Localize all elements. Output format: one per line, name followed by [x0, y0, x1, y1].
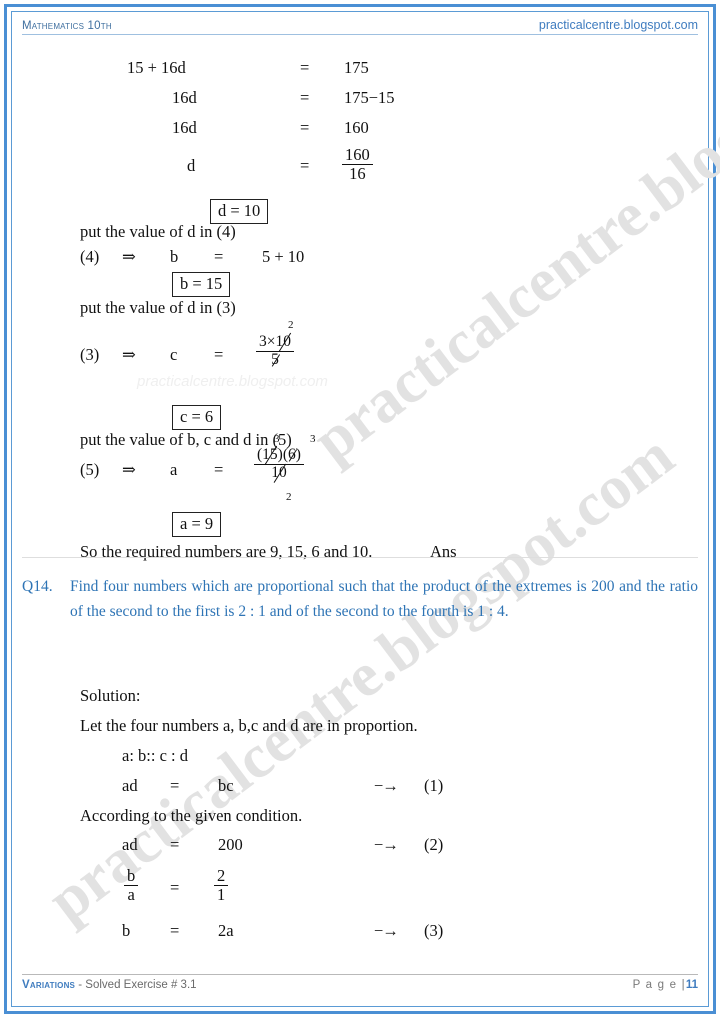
s14-eq4-equals: =: [170, 921, 180, 940]
linea-superscript-1: 3: [274, 433, 280, 445]
page-content: Mathematics 10th practicalcentre.blogspo…: [12, 12, 708, 1006]
s14-eq4-ref: (3): [424, 921, 444, 940]
linec-num-prefix: 3×: [259, 333, 276, 350]
question-14-block: Q14. Find four numbers which are proport…: [22, 574, 698, 624]
lineb-equals: =: [214, 247, 224, 266]
eq2-lhs: 16d: [172, 88, 197, 107]
eq1-equals: =: [300, 58, 310, 77]
linea-superscript-2: 3: [310, 433, 316, 445]
s14-eq3-equals: =: [170, 878, 180, 897]
footer-page-label: P a g e |: [632, 979, 686, 991]
eq3-lhs: 16d: [172, 118, 197, 137]
eq1-rhs: 175: [344, 58, 369, 77]
s14-eq1-ref: (1): [424, 776, 444, 795]
linea-fraction: (15)(6) 10: [254, 446, 304, 482]
linea-ref: (5): [80, 460, 100, 479]
linec-num-superscript: 2: [288, 319, 294, 331]
s14-eq3-right-numerator: 2: [217, 866, 226, 885]
eq3-equals: =: [300, 118, 310, 137]
s14-eq3-left-denominator: a: [124, 884, 139, 904]
linec-var: c: [170, 345, 178, 364]
note-put-d-in-3: put the value of d in (3): [80, 298, 236, 317]
s14-eq4-rhs: 2a: [218, 921, 234, 940]
footer-chapter-title: Variations: [22, 979, 76, 991]
question-14-number: Q14.: [22, 578, 53, 595]
s14-eq4-arrow-icon: −→: [374, 921, 399, 940]
s14-eq1-lhs: ad: [122, 776, 138, 795]
linea-numerator: (15)(6): [254, 446, 304, 464]
eq2-equals: =: [300, 88, 310, 107]
linec-implies-icon: ⇒: [122, 345, 136, 364]
page-footer: Variations - Solved Exercise # 3.1 P a g…: [22, 974, 698, 991]
lineb-ref: (4): [80, 247, 100, 266]
s14-eq4-lhs: b: [122, 921, 131, 940]
solution-label: Solution:: [80, 686, 141, 705]
s14-eq1-arrow-icon: −→: [374, 776, 399, 795]
linea-num-close: ): [295, 446, 301, 463]
result-box-a: a = 9: [172, 512, 222, 537]
s14-eq1-equals: =: [170, 776, 180, 795]
s14-eq3-left-numerator: b: [127, 866, 136, 885]
footer-page-number: 11: [685, 979, 698, 991]
linec-den-cancelled: 5: [271, 350, 279, 368]
linec-numerator: 3×10: [256, 333, 294, 351]
eq4-denominator: 16: [342, 163, 373, 183]
header-site-url: practicalcentre.blogspot.com: [538, 18, 698, 32]
linec-fraction: 3×10 5: [256, 333, 294, 369]
eq4-equals: =: [300, 156, 310, 175]
s14-eq2-lhs: ad: [122, 835, 138, 854]
linea-den-superscript: 2: [286, 491, 292, 503]
eq4-numerator: 160: [345, 145, 370, 164]
eq4-fraction: 160 16: [342, 146, 373, 183]
linea-var: a: [170, 460, 178, 479]
lineb-var: b: [170, 247, 179, 266]
footer-right: P a g e |11: [633, 979, 698, 991]
s14-eq2-arrow-icon: −→: [374, 835, 399, 854]
s14-eq2-equals: =: [170, 835, 180, 854]
page-header: Mathematics 10th practicalcentre.blogspo…: [22, 18, 698, 35]
eq4-lhs: d: [187, 156, 196, 175]
header-subject-title: Mathematics 10th: [22, 20, 112, 32]
solution-condition-line: According to the given condition.: [80, 806, 303, 825]
note-put-d-in-4: put the value of d in (4): [80, 222, 236, 241]
linec-ref: (3): [80, 345, 100, 364]
eq2-rhs: 175−15: [344, 88, 395, 107]
lineb-value: 5 + 10: [262, 247, 305, 266]
s14-eq3-right-denominator: 1: [214, 884, 229, 904]
s14-eq2-rhs: 200: [218, 835, 243, 854]
linec-num-cancelled: 10: [275, 333, 292, 350]
linec-equals: =: [214, 345, 224, 364]
linea-num-cancel-6: 6: [288, 446, 296, 463]
conclusion-text: So the required numbers are 9, 15, 6 and…: [80, 542, 373, 561]
linea-equals: =: [214, 460, 224, 479]
s14-eq2-ref: (2): [424, 835, 444, 854]
lineb-implies-icon: ⇒: [122, 247, 136, 266]
linea-num-mid: )(: [277, 446, 288, 463]
linea-den-cancel-10: 10: [271, 463, 287, 481]
eq1-lhs: 15 + 16d: [127, 58, 186, 77]
conclusion-ans-label: Ans: [430, 542, 457, 561]
linea-implies-icon: ⇒: [122, 460, 136, 479]
solution-proportion-line: a: b:: c : d: [122, 746, 188, 765]
s14-eq3-right-fraction: 2 1: [214, 866, 229, 904]
result-box-b: b = 15: [172, 272, 231, 297]
question-14-text: Find four numbers which are proportional…: [70, 578, 698, 621]
question-separator: [22, 557, 698, 558]
s14-eq3-left-fraction: b a: [124, 866, 139, 904]
linec-denominator: 5: [256, 350, 294, 369]
solution-let-line: Let the four numbers a, b,c and d are in…: [80, 716, 418, 735]
result-box-d: d = 10: [210, 199, 269, 224]
s14-eq1-rhs: bc: [218, 776, 234, 795]
eq3-rhs: 160: [344, 118, 369, 137]
result-box-c: c = 6: [172, 405, 222, 430]
linea-num-cancel-15: 15: [262, 446, 278, 463]
footer-exercise-label: - Solved Exercise # 3.1: [78, 979, 197, 991]
linea-denominator: 10: [254, 463, 304, 482]
footer-left: Variations - Solved Exercise # 3.1: [22, 979, 197, 991]
